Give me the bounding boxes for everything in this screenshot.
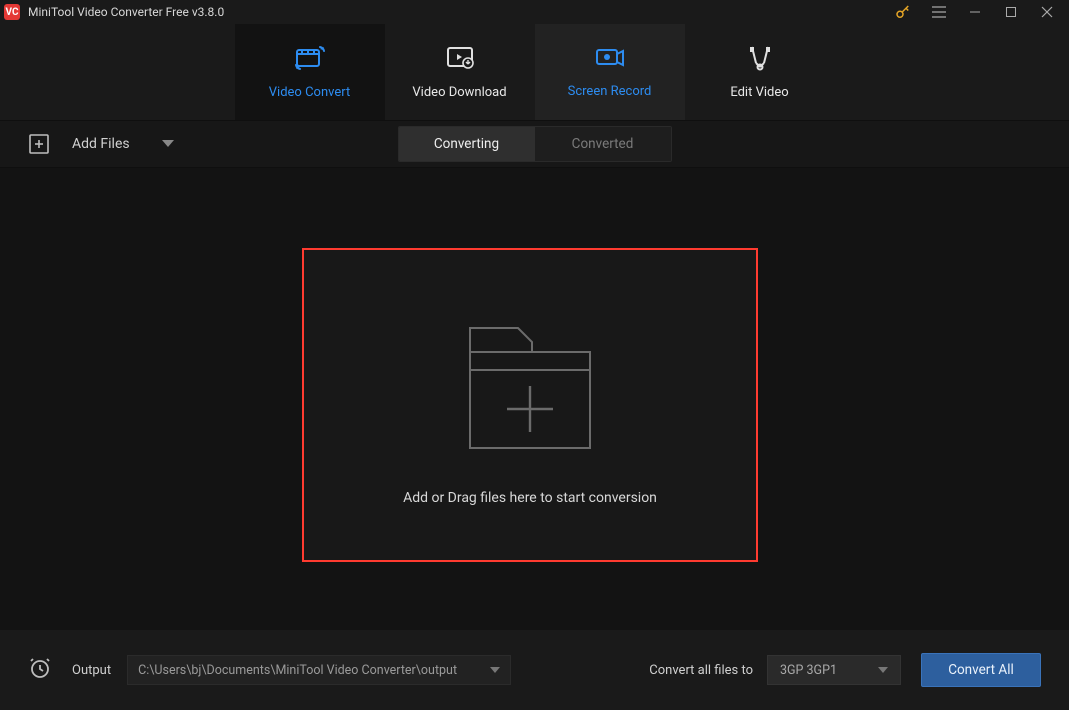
conversion-state-toggle: Converting Converted [398, 126, 672, 162]
nav-tabs: Video Convert Video Download Screen Reco… [0, 24, 1069, 120]
tab-video-download[interactable]: Video Download [385, 24, 535, 120]
maximize-icon[interactable] [993, 0, 1029, 24]
dropzone[interactable]: Add or Drag files here to start conversi… [302, 248, 758, 562]
titlebar: VC MiniTool Video Converter Free v3.8.0 [0, 0, 1069, 24]
clock-icon[interactable] [28, 656, 52, 684]
add-files-label: Add Files [72, 136, 130, 152]
app-logo-text: VC [5, 7, 18, 18]
output-format-selector[interactable]: 3GP 3GP1 [767, 655, 901, 685]
tab-video-convert[interactable]: Video Convert [235, 24, 385, 120]
chevron-down-icon[interactable] [162, 140, 174, 148]
minimize-icon[interactable] [957, 0, 993, 24]
title-controls [885, 0, 1065, 24]
chevron-down-icon [878, 663, 888, 678]
output-label: Output [72, 663, 111, 678]
main-area: Add or Drag files here to start conversi… [0, 168, 1069, 630]
convert-all-label: Convert all files to [649, 663, 753, 678]
add-files-icon [28, 133, 50, 155]
tab-screen-record[interactable]: Screen Record [535, 24, 685, 120]
convert-all-button[interactable]: Convert All [921, 653, 1041, 687]
app-title: MiniTool Video Converter Free v3.8.0 [28, 5, 224, 19]
output-format-value: 3GP 3GP1 [780, 663, 878, 678]
tab-label: Video Convert [269, 85, 350, 100]
menu-icon[interactable] [921, 0, 957, 24]
folder-plus-icon [460, 310, 600, 464]
app-logo: VC [4, 4, 20, 20]
tab-label: Edit Video [730, 85, 788, 100]
output-path-text: C:\Users\bj\Documents\MiniTool Video Con… [138, 663, 484, 678]
dropzone-text: Add or Drag files here to start conversi… [403, 490, 657, 506]
key-icon[interactable] [885, 0, 921, 24]
output-path-selector[interactable]: C:\Users\bj\Documents\MiniTool Video Con… [127, 655, 511, 685]
tab-label: Screen Record [568, 84, 652, 99]
toolbar: Add Files Converting Converted [0, 120, 1069, 168]
close-icon[interactable] [1029, 0, 1065, 24]
tab-converted[interactable]: Converted [535, 127, 671, 161]
chevron-down-icon [490, 663, 500, 678]
tab-label: Video Download [412, 85, 506, 100]
tab-edit-video[interactable]: Edit Video [685, 24, 835, 120]
bottombar: Output C:\Users\bj\Documents\MiniTool Vi… [0, 630, 1069, 710]
tab-converting[interactable]: Converting [399, 127, 535, 161]
add-files-button[interactable]: Add Files [28, 133, 174, 155]
